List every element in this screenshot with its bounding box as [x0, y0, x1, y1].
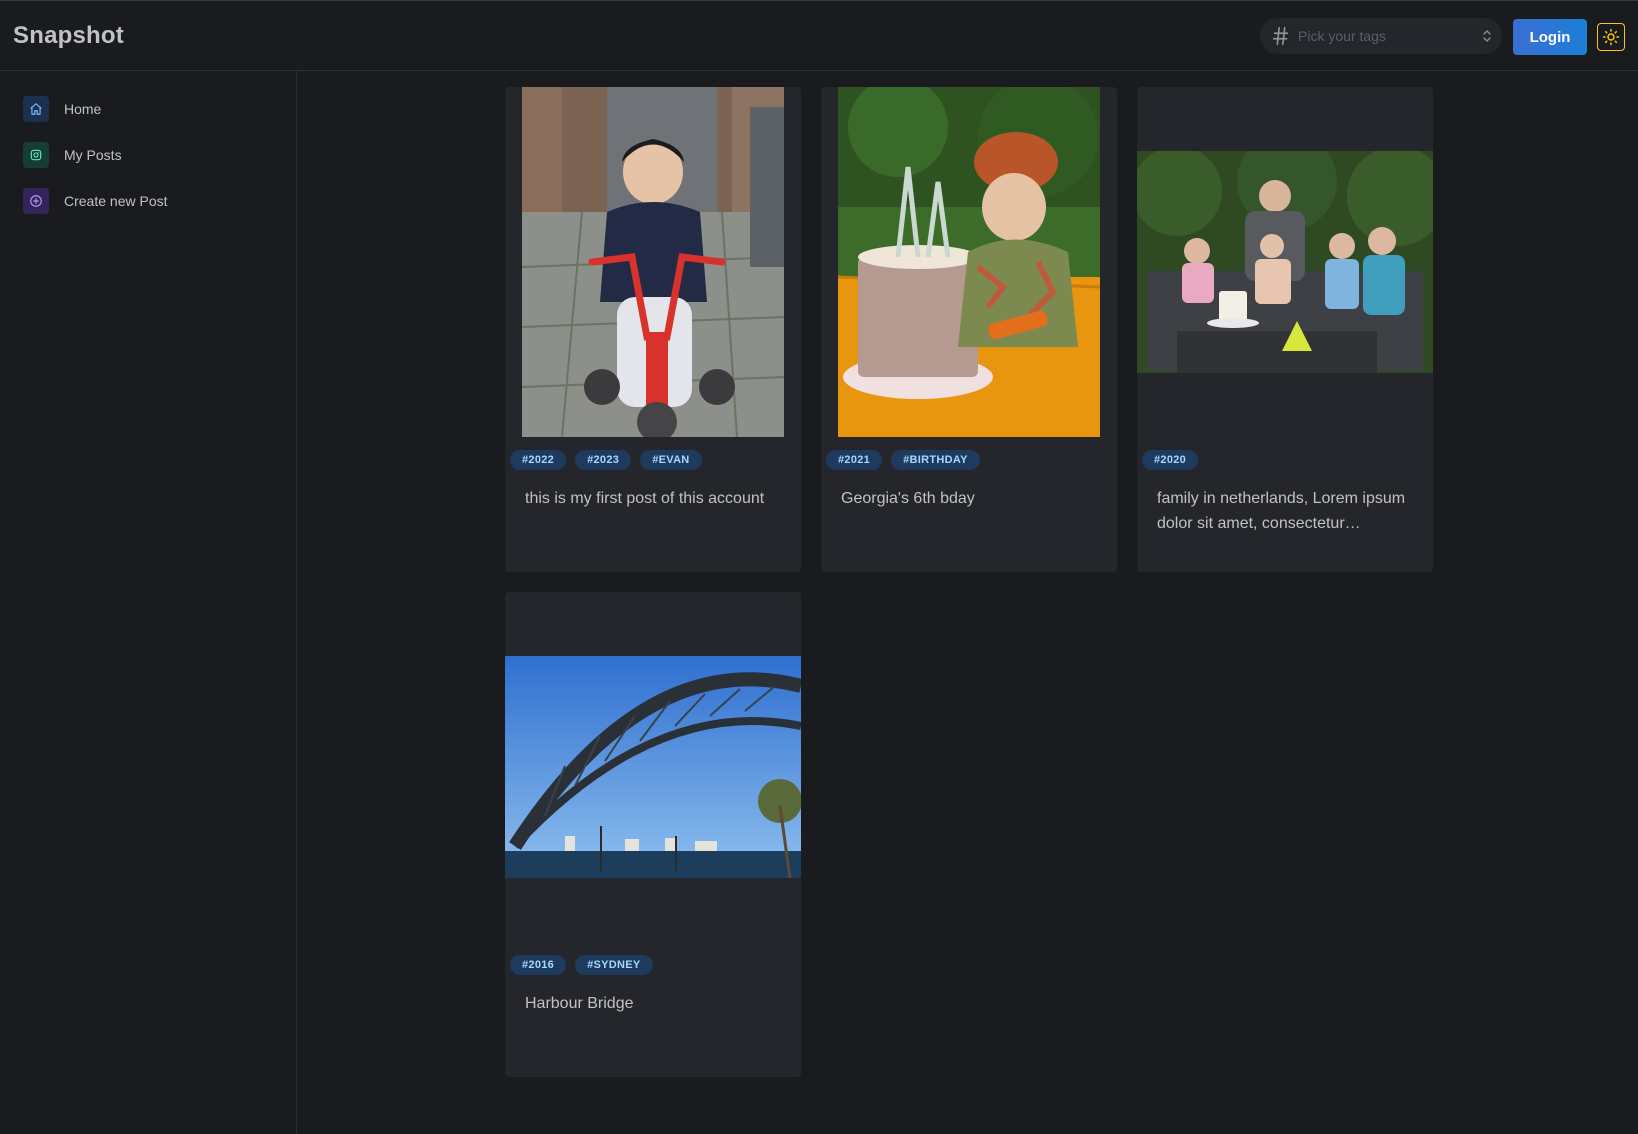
- sidebar-item-my-posts[interactable]: My Posts: [23, 141, 122, 169]
- sidebar-item-label: My Posts: [64, 147, 122, 163]
- chevron-updown-icon: [1483, 30, 1491, 42]
- home-icon: [23, 96, 49, 122]
- sun-icon: [1602, 28, 1620, 46]
- tag-chip[interactable]: #EVAN: [640, 450, 702, 470]
- tag-picker-placeholder: Pick your tags: [1298, 28, 1386, 44]
- post-caption: family in netherlands, Lorem ipsum dolor…: [1157, 490, 1406, 532]
- tag-list: #2022 #2023 #EVAN: [510, 450, 702, 470]
- tag-chip[interactable]: #2023: [575, 450, 632, 470]
- tag-chip[interactable]: #SYDNEY: [575, 955, 653, 975]
- app-logo[interactable]: Snapshot: [13, 22, 124, 50]
- theme-toggle-button[interactable]: [1597, 23, 1625, 51]
- tag-picker[interactable]: Pick your tags: [1260, 18, 1502, 54]
- tag-chip[interactable]: #2016: [510, 955, 567, 975]
- tag-list: #2016 #SYDNEY: [510, 955, 653, 975]
- app-header: Snapshot Pick your tags Login: [0, 1, 1638, 71]
- post-caption: this is my first post of this account: [525, 490, 765, 507]
- tag-list: #2021 #BIRTHDAY: [826, 450, 980, 470]
- instagram-icon: [23, 142, 49, 168]
- post-card[interactable]: #2021 #BIRTHDAY Georgia's 6th bday: [821, 87, 1117, 572]
- tag-chip[interactable]: #2021: [826, 450, 883, 470]
- post-caption: Georgia's 6th bday: [841, 490, 975, 507]
- hash-icon: [1272, 26, 1289, 46]
- post-image: [1137, 151, 1433, 373]
- post-image: [838, 87, 1100, 437]
- post-card[interactable]: #2022 #2023 #EVAN this is my first post …: [505, 87, 801, 572]
- post-image: [505, 656, 801, 878]
- sidebar-item-label: Home: [64, 101, 102, 117]
- sidebar: Home My Posts Create new Post: [0, 71, 297, 1134]
- login-button[interactable]: Login: [1513, 19, 1587, 55]
- sidebar-item-create-post[interactable]: Create new Post: [23, 187, 168, 215]
- tag-chip[interactable]: #BIRTHDAY: [891, 450, 980, 470]
- tag-chip[interactable]: #2022: [510, 450, 567, 470]
- post-caption: Harbour Bridge: [525, 995, 634, 1012]
- post-card[interactable]: #2016 #SYDNEY Harbour Bridge: [505, 592, 801, 1077]
- post-card[interactable]: #2020 family in netherlands, Lorem ipsum…: [1137, 87, 1433, 572]
- sidebar-item-home[interactable]: Home: [23, 95, 101, 123]
- tag-list: #2020: [1142, 450, 1199, 470]
- plus-circle-icon: [23, 188, 49, 214]
- post-image: [522, 87, 784, 437]
- sidebar-item-label: Create new Post: [64, 193, 168, 209]
- tag-chip[interactable]: #2020: [1142, 450, 1199, 470]
